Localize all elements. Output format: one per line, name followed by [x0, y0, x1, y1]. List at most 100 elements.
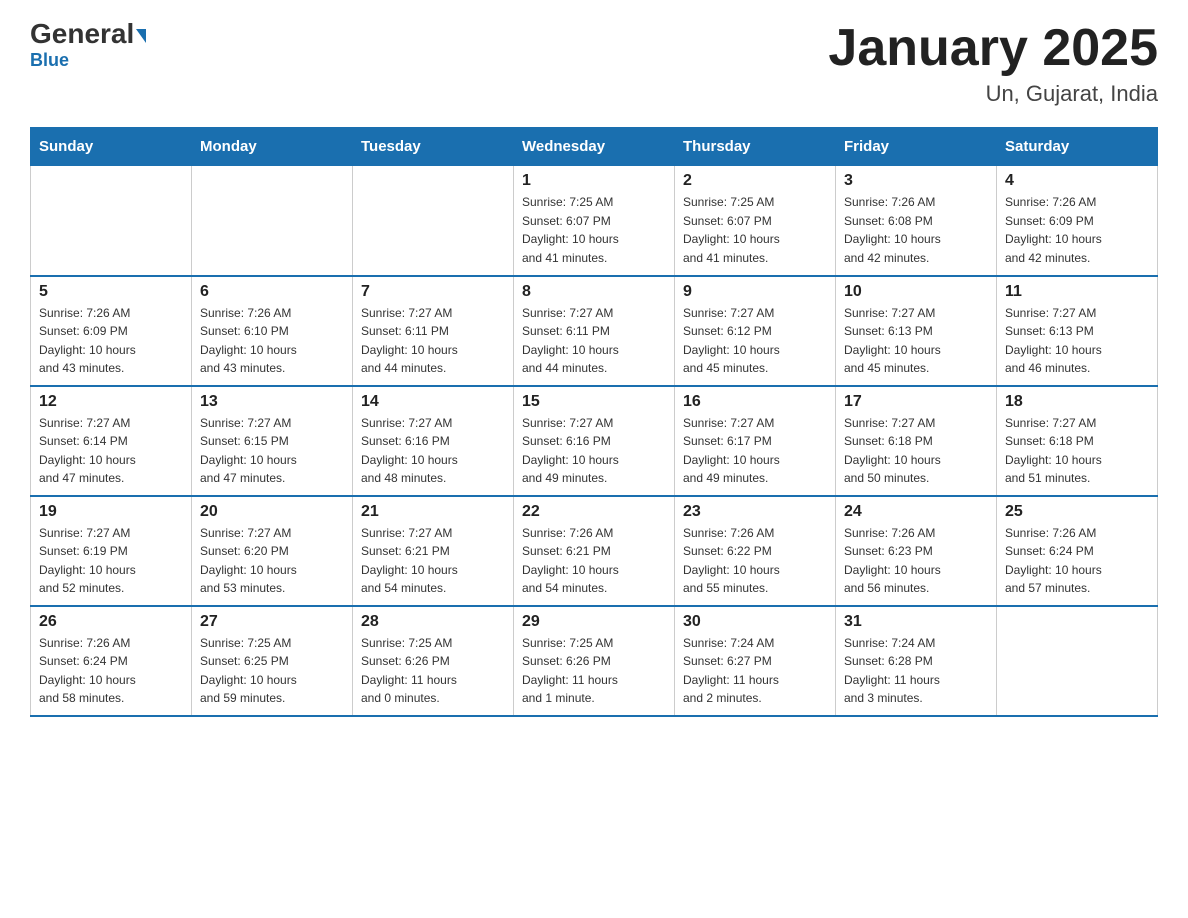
day-info: Sunrise: 7:26 AMSunset: 6:24 PMDaylight:… [39, 634, 183, 708]
calendar-cell: 10Sunrise: 7:27 AMSunset: 6:13 PMDayligh… [836, 276, 997, 386]
day-number: 21 [361, 503, 505, 521]
day-info: Sunrise: 7:26 AMSunset: 6:10 PMDaylight:… [200, 304, 344, 378]
day-info: Sunrise: 7:27 AMSunset: 6:16 PMDaylight:… [522, 414, 666, 488]
day-info: Sunrise: 7:26 AMSunset: 6:09 PMDaylight:… [1005, 193, 1149, 267]
day-number: 26 [39, 613, 183, 631]
day-number: 19 [39, 503, 183, 521]
calendar-cell: 23Sunrise: 7:26 AMSunset: 6:22 PMDayligh… [675, 496, 836, 606]
day-header-friday: Friday [836, 128, 997, 166]
title-block: January 2025 Un, Gujarat, India [828, 20, 1158, 107]
calendar-cell [192, 166, 353, 276]
day-number: 16 [683, 393, 827, 411]
calendar-cell: 30Sunrise: 7:24 AMSunset: 6:27 PMDayligh… [675, 606, 836, 716]
calendar-week-2: 5Sunrise: 7:26 AMSunset: 6:09 PMDaylight… [31, 276, 1158, 386]
page-header: General Blue January 2025 Un, Gujarat, I… [30, 20, 1158, 107]
day-number: 28 [361, 613, 505, 631]
day-header-sunday: Sunday [31, 128, 192, 166]
day-number: 18 [1005, 393, 1149, 411]
day-info: Sunrise: 7:27 AMSunset: 6:11 PMDaylight:… [361, 304, 505, 378]
day-number: 11 [1005, 283, 1149, 301]
logo: General Blue [30, 20, 146, 71]
day-info: Sunrise: 7:24 AMSunset: 6:28 PMDaylight:… [844, 634, 988, 708]
day-info: Sunrise: 7:27 AMSunset: 6:21 PMDaylight:… [361, 524, 505, 598]
day-info: Sunrise: 7:27 AMSunset: 6:18 PMDaylight:… [844, 414, 988, 488]
day-info: Sunrise: 7:27 AMSunset: 6:19 PMDaylight:… [39, 524, 183, 598]
day-info: Sunrise: 7:26 AMSunset: 6:09 PMDaylight:… [39, 304, 183, 378]
calendar-cell: 19 Sunrise: 7:27 AMSunset: 6:19 PMDayligh… [31, 496, 192, 606]
calendar-cell: 4 Sunrise: 7:26 AMSunset: 6:09 PMDaylight… [997, 166, 1158, 276]
day-info: Sunrise: 7:24 AMSunset: 6:27 PMDaylight:… [683, 634, 827, 708]
calendar-week-3: 12 Sunrise: 7:27 AMSunset: 6:14 PMDayligh… [31, 386, 1158, 496]
calendar-cell: 8 Sunrise: 7:27 AMSunset: 6:11 PMDaylight… [514, 276, 675, 386]
day-header-thursday: Thursday [675, 128, 836, 166]
day-info: Sunrise: 7:27 AMSunset: 6:13 PMDaylight:… [844, 304, 988, 378]
calendar-header-row: SundayMondayTuesdayWednesdayThursdayFrid… [31, 128, 1158, 166]
calendar-cell: 11 Sunrise: 7:27 AMSunset: 6:13 PMDayligh… [997, 276, 1158, 386]
day-number: 15 [522, 393, 666, 411]
day-info: Sunrise: 7:26 AMSunset: 6:21 PMDaylight:… [522, 524, 666, 598]
calendar-cell: 12 Sunrise: 7:27 AMSunset: 6:14 PMDayligh… [31, 386, 192, 496]
calendar-cell: 15 Sunrise: 7:27 AMSunset: 6:16 PMDayligh… [514, 386, 675, 496]
day-number: 4 [1005, 172, 1149, 190]
day-info: Sunrise: 7:26 AMSunset: 6:22 PMDaylight:… [683, 524, 827, 598]
day-info: Sunrise: 7:25 AMSunset: 6:25 PMDaylight:… [200, 634, 344, 708]
day-info: Sunrise: 7:27 AMSunset: 6:16 PMDaylight:… [361, 414, 505, 488]
calendar-cell: 31Sunrise: 7:24 AMSunset: 6:28 PMDayligh… [836, 606, 997, 716]
calendar-cell: 25Sunrise: 7:26 AMSunset: 6:24 PMDayligh… [997, 496, 1158, 606]
calendar-cell: 28 Sunrise: 7:25 AMSunset: 6:26 PMDayligh… [353, 606, 514, 716]
calendar-week-5: 26 Sunrise: 7:26 AMSunset: 6:24 PMDayligh… [31, 606, 1158, 716]
calendar-cell: 17 Sunrise: 7:27 AMSunset: 6:18 PMDayligh… [836, 386, 997, 496]
calendar-cell: 24Sunrise: 7:26 AMSunset: 6:23 PMDayligh… [836, 496, 997, 606]
day-number: 2 [683, 172, 827, 190]
calendar-cell: 27 Sunrise: 7:25 AMSunset: 6:25 PMDayligh… [192, 606, 353, 716]
calendar-cell: 9Sunrise: 7:27 AMSunset: 6:12 PMDaylight… [675, 276, 836, 386]
day-number: 29 [522, 613, 666, 631]
day-info: Sunrise: 7:27 AMSunset: 6:15 PMDaylight:… [200, 414, 344, 488]
day-number: 8 [522, 283, 666, 301]
day-info: Sunrise: 7:25 AMSunset: 6:07 PMDaylight:… [522, 193, 666, 267]
day-number: 13 [200, 393, 344, 411]
day-number: 27 [200, 613, 344, 631]
day-info: Sunrise: 7:27 AMSunset: 6:14 PMDaylight:… [39, 414, 183, 488]
calendar-week-1: 1 Sunrise: 7:25 AMSunset: 6:07 PMDaylight… [31, 166, 1158, 276]
day-number: 17 [844, 393, 988, 411]
day-info: Sunrise: 7:27 AMSunset: 6:11 PMDaylight:… [522, 304, 666, 378]
day-number: 14 [361, 393, 505, 411]
day-info: Sunrise: 7:25 AMSunset: 6:07 PMDaylight:… [683, 193, 827, 267]
calendar-cell: 3 Sunrise: 7:26 AMSunset: 6:08 PMDaylight… [836, 166, 997, 276]
calendar-cell: 29Sunrise: 7:25 AMSunset: 6:26 PMDayligh… [514, 606, 675, 716]
day-number: 1 [522, 172, 666, 190]
day-number: 7 [361, 283, 505, 301]
calendar-cell [31, 166, 192, 276]
calendar-cell: 18 Sunrise: 7:27 AMSunset: 6:18 PMDayligh… [997, 386, 1158, 496]
calendar-cell: 21 Sunrise: 7:27 AMSunset: 6:21 PMDayligh… [353, 496, 514, 606]
day-info: Sunrise: 7:27 AMSunset: 6:18 PMDaylight:… [1005, 414, 1149, 488]
day-info: Sunrise: 7:25 AMSunset: 6:26 PMDaylight:… [361, 634, 505, 708]
calendar-cell: 7 Sunrise: 7:27 AMSunset: 6:11 PMDaylight… [353, 276, 514, 386]
calendar-cell: 6Sunrise: 7:26 AMSunset: 6:10 PMDaylight… [192, 276, 353, 386]
calendar-cell: 1 Sunrise: 7:25 AMSunset: 6:07 PMDaylight… [514, 166, 675, 276]
calendar-cell: 5Sunrise: 7:26 AMSunset: 6:09 PMDaylight… [31, 276, 192, 386]
calendar-subtitle: Un, Gujarat, India [828, 81, 1158, 107]
day-number: 9 [683, 283, 827, 301]
day-number: 3 [844, 172, 988, 190]
logo-triangle-icon [136, 29, 146, 43]
day-info: Sunrise: 7:26 AMSunset: 6:23 PMDaylight:… [844, 524, 988, 598]
day-header-monday: Monday [192, 128, 353, 166]
day-header-tuesday: Tuesday [353, 128, 514, 166]
logo-blue: Blue [30, 50, 69, 71]
calendar-cell [353, 166, 514, 276]
calendar-cell: 14 Sunrise: 7:27 AMSunset: 6:16 PMDayligh… [353, 386, 514, 496]
day-number: 20 [200, 503, 344, 521]
day-info: Sunrise: 7:27 AMSunset: 6:20 PMDaylight:… [200, 524, 344, 598]
calendar-week-4: 19 Sunrise: 7:27 AMSunset: 6:19 PMDayligh… [31, 496, 1158, 606]
calendar-cell: 22Sunrise: 7:26 AMSunset: 6:21 PMDayligh… [514, 496, 675, 606]
day-info: Sunrise: 7:27 AMSunset: 6:13 PMDaylight:… [1005, 304, 1149, 378]
calendar-cell: 2 Sunrise: 7:25 AMSunset: 6:07 PMDaylight… [675, 166, 836, 276]
calendar-table: SundayMondayTuesdayWednesdayThursdayFrid… [30, 127, 1158, 717]
calendar-cell: 20 Sunrise: 7:27 AMSunset: 6:20 PMDayligh… [192, 496, 353, 606]
day-number: 12 [39, 393, 183, 411]
day-info: Sunrise: 7:26 AMSunset: 6:08 PMDaylight:… [844, 193, 988, 267]
calendar-cell [997, 606, 1158, 716]
calendar-cell: 26 Sunrise: 7:26 AMSunset: 6:24 PMDayligh… [31, 606, 192, 716]
